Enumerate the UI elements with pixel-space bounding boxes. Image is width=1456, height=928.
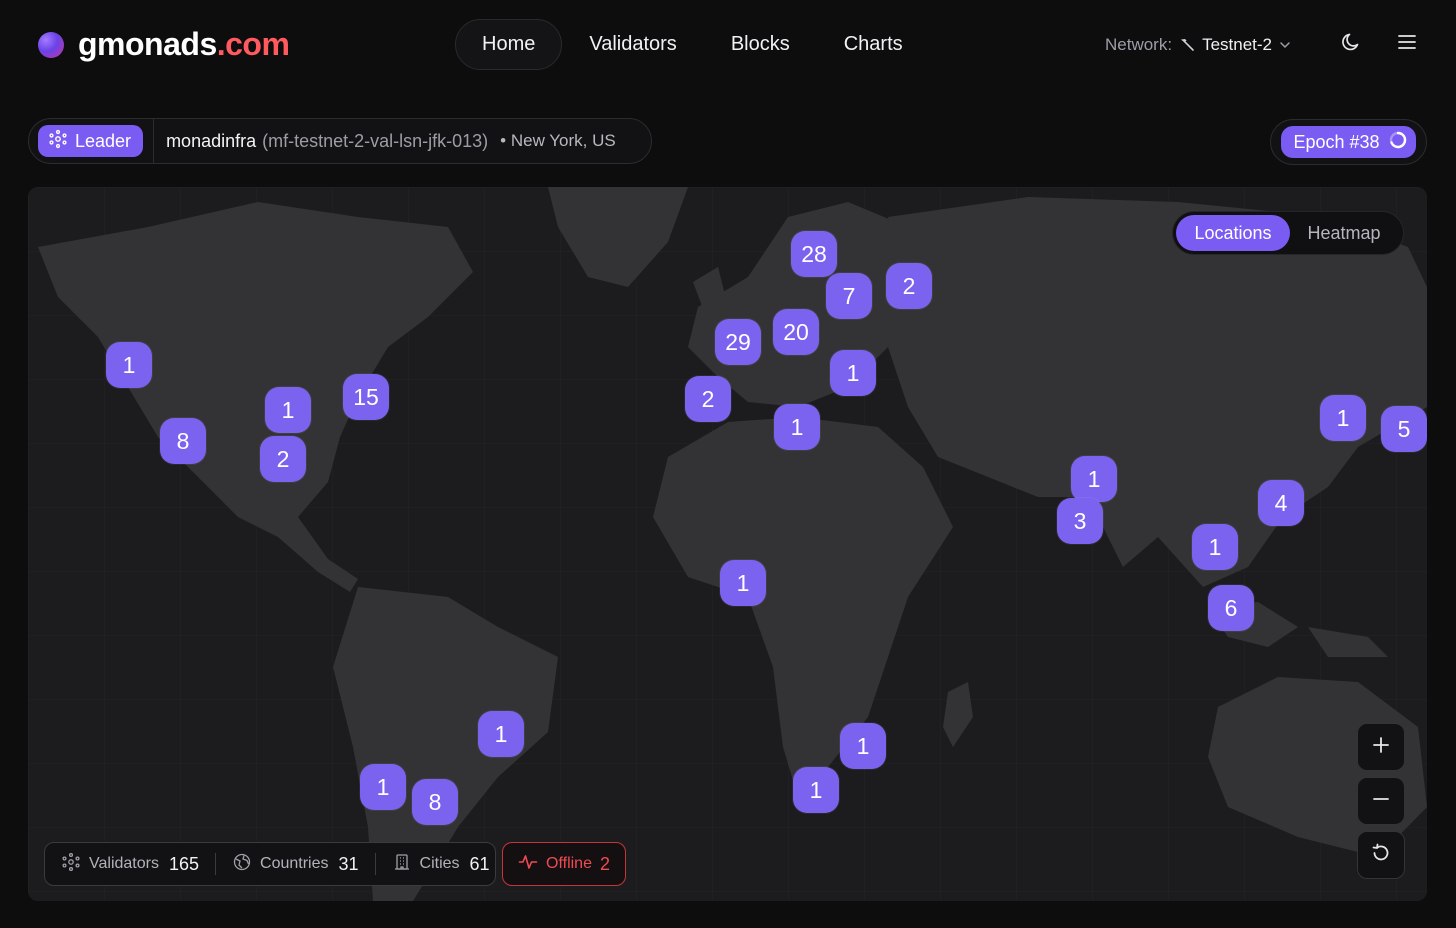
location-marker[interactable]: 1 <box>265 387 311 433</box>
location-marker[interactable]: 2 <box>260 436 306 482</box>
network-selector[interactable]: Network: Testnet-2 <box>1105 32 1292 58</box>
location-marker[interactable]: 1 <box>720 560 766 606</box>
location-marker[interactable]: 6 <box>1208 585 1254 631</box>
location-marker[interactable]: 3 <box>1057 498 1103 544</box>
logo-text: gmonads.com <box>78 26 290 63</box>
nav-blocks[interactable]: Blocks <box>704 19 817 70</box>
stat-validators: Validators 165 <box>61 852 199 877</box>
logo[interactable]: gmonads.com <box>38 26 290 63</box>
globe-icon <box>232 852 252 877</box>
network-stats: Validators 165 Countries 31 Cities 61 <box>44 842 496 886</box>
nav-validators[interactable]: Validators <box>562 19 703 70</box>
offline-label: Offline <box>546 855 592 872</box>
epoch-badge: Epoch #38 <box>1281 126 1416 158</box>
location-marker[interactable]: 20 <box>773 309 819 355</box>
location-marker[interactable]: 5 <box>1381 406 1427 452</box>
reset-view-button[interactable] <box>1357 831 1405 879</box>
leader-divider <box>153 118 155 164</box>
location-marker[interactable]: 1 <box>360 764 406 810</box>
location-marker[interactable]: 1 <box>1071 456 1117 502</box>
moon-icon <box>1340 31 1362 58</box>
location-marker[interactable]: 15 <box>343 374 389 420</box>
toggle-heatmap[interactable]: Heatmap <box>1290 215 1398 251</box>
menu-button[interactable] <box>1393 30 1421 58</box>
brand-name: gmonads <box>78 26 217 62</box>
stat-cities-value: 61 <box>469 853 490 874</box>
location-marker[interactable]: 2 <box>685 376 731 422</box>
stat-divider <box>374 853 376 875</box>
theme-toggle-button[interactable] <box>1337 30 1365 58</box>
network-value: Testnet-2 <box>1202 35 1273 54</box>
stat-divider <box>215 853 217 875</box>
stat-cities-label: Cities <box>419 855 460 872</box>
leader-badge-label: Leader <box>75 130 132 151</box>
epoch-label: Epoch #38 <box>1293 131 1380 152</box>
minus-icon <box>1371 789 1391 814</box>
location-marker[interactable]: 1 <box>840 723 886 769</box>
leader-name: monadinfra <box>166 130 257 151</box>
leader-host: (mf-testnet-2-val-lsn-jfk-013) <box>262 130 489 151</box>
stat-countries-value: 31 <box>338 853 359 874</box>
leader-location: • New York, US <box>500 131 616 150</box>
leader-badge: Leader <box>38 125 144 157</box>
hammer-icon <box>1178 36 1196 54</box>
location-marker[interactable]: 8 <box>412 779 458 825</box>
building-icon <box>392 852 412 877</box>
location-marker[interactable]: 4 <box>1258 480 1304 526</box>
logo-mark <box>38 31 64 58</box>
stat-countries-label: Countries <box>260 855 329 872</box>
brand-tld: .com <box>216 26 290 62</box>
map-view-toggle: Locations Heatmap <box>1172 211 1404 255</box>
offline-value: 2 <box>599 853 610 874</box>
validator-map[interactable]: Locations Heatmap 1 8 1 2 15 28 7 2 29 2… <box>28 187 1427 901</box>
stat-validators-value: 165 <box>168 853 200 874</box>
main-nav: Home Validators Blocks Charts <box>455 19 930 70</box>
chevron-down-icon <box>1278 38 1292 52</box>
epoch-pill[interactable]: Epoch #38 <box>1270 119 1427 165</box>
plus-icon <box>1371 735 1391 760</box>
location-marker[interactable]: 7 <box>826 273 872 319</box>
location-marker[interactable]: 2 <box>886 263 932 309</box>
menu-icon <box>1396 31 1418 58</box>
offline-validators-button[interactable]: Offline 2 <box>502 842 626 886</box>
location-marker[interactable]: 1 <box>106 342 152 388</box>
stat-countries: Countries 31 <box>232 852 359 877</box>
validator-nodes-icon <box>61 852 81 877</box>
leader-bar[interactable]: Leader monadinfra (mf-testnet-2-val-lsn-… <box>28 118 652 164</box>
zoom-in-button[interactable] <box>1357 723 1405 771</box>
location-marker[interactable]: 28 <box>791 231 837 277</box>
location-marker[interactable]: 1 <box>793 767 839 813</box>
location-marker[interactable]: 1 <box>478 711 524 757</box>
validator-nodes-icon <box>48 129 68 154</box>
location-marker[interactable]: 1 <box>1320 395 1366 441</box>
nav-charts[interactable]: Charts <box>817 19 930 70</box>
reset-icon <box>1370 842 1392 869</box>
activity-pulse-icon <box>518 852 538 877</box>
toggle-locations[interactable]: Locations <box>1176 215 1290 251</box>
location-marker[interactable]: 1 <box>830 350 876 396</box>
location-marker[interactable]: 1 <box>1192 524 1238 570</box>
location-marker[interactable]: 8 <box>160 418 206 464</box>
network-label: Network: <box>1105 35 1173 54</box>
zoom-out-button[interactable] <box>1357 777 1405 825</box>
location-marker[interactable]: 29 <box>715 319 761 365</box>
nav-home[interactable]: Home <box>455 19 563 70</box>
loading-ring-icon <box>1388 130 1408 155</box>
location-marker[interactable]: 1 <box>774 404 820 450</box>
stat-validators-label: Validators <box>89 855 159 872</box>
stat-cities: Cities 61 <box>392 852 490 877</box>
